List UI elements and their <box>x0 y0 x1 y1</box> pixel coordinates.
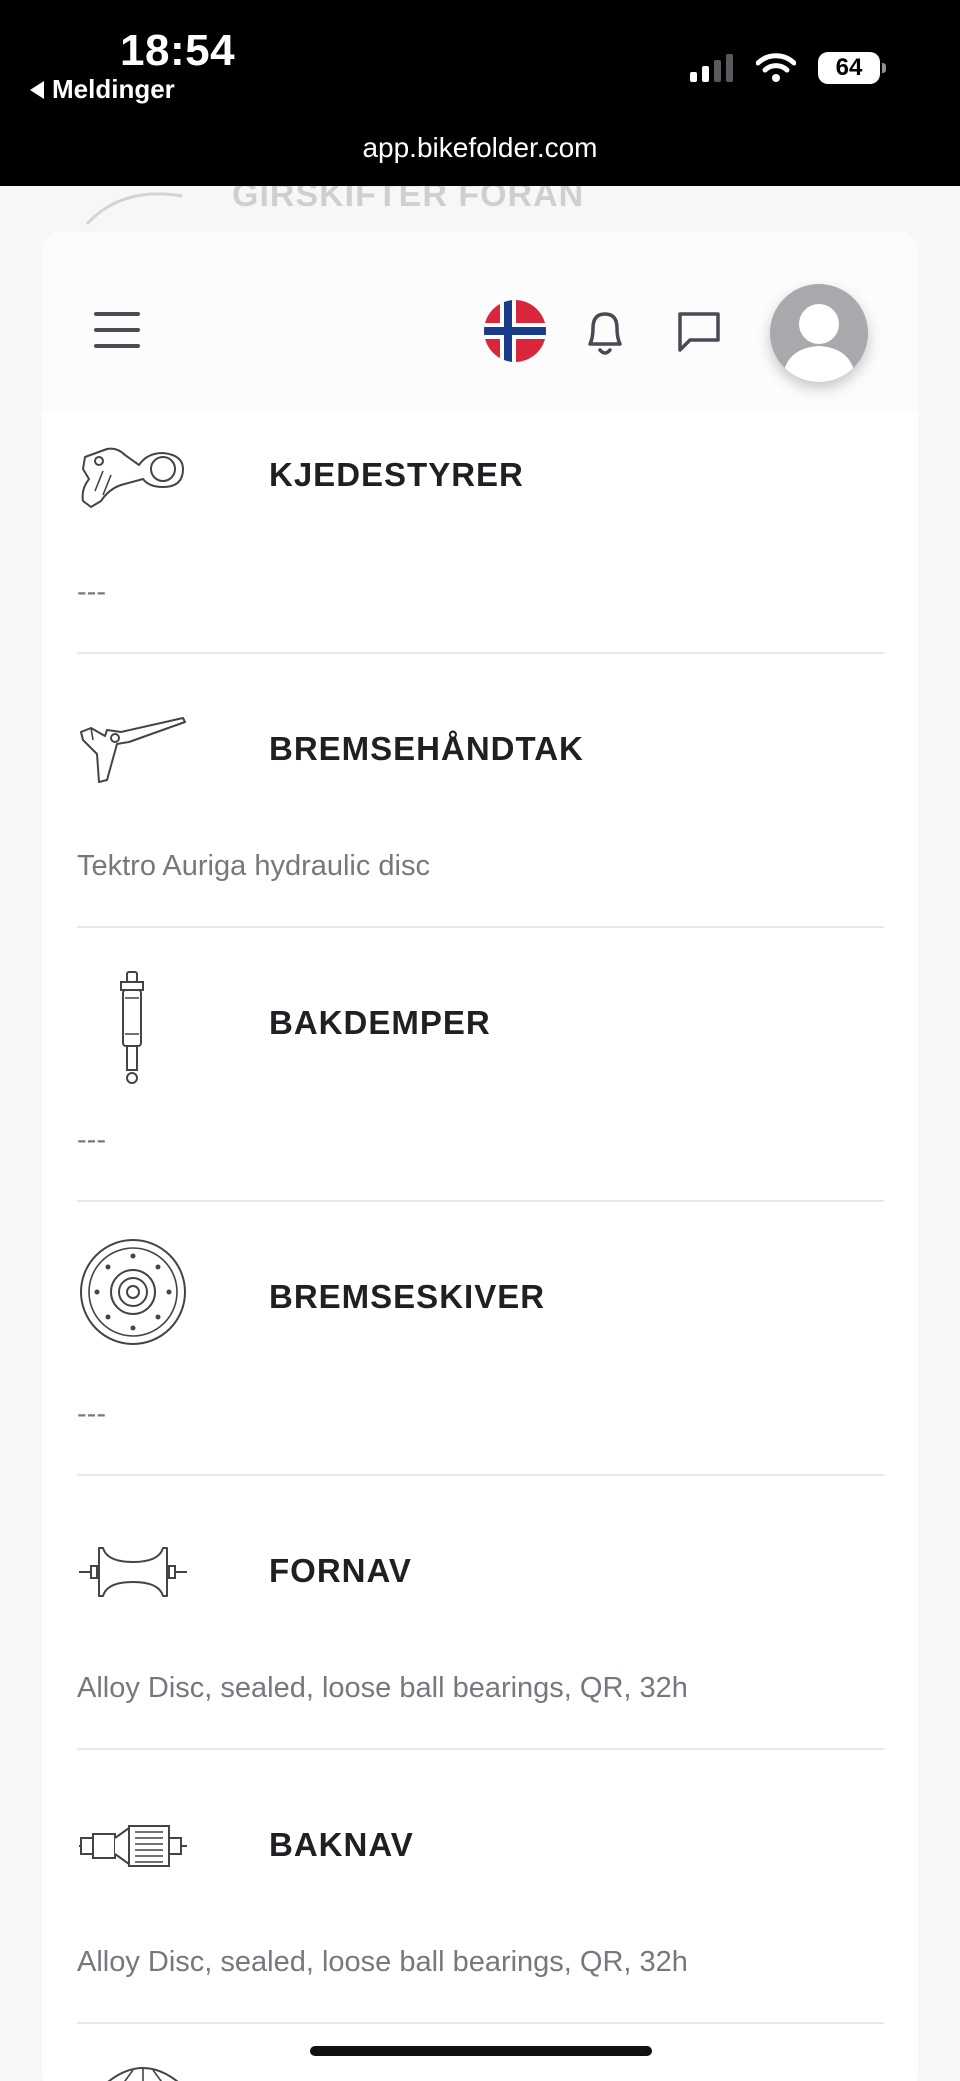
row-divider <box>77 926 884 928</box>
component-value: Tektro Auriga hydraulic disc <box>77 850 430 882</box>
user-avatar-icon[interactable] <box>770 284 868 382</box>
component-row-bremseskiver[interactable]: BREMSESKIVER --- <box>77 1232 884 1506</box>
brake-lever-icon <box>77 694 189 806</box>
row-divider <box>77 652 884 654</box>
front-hub-icon <box>77 1516 189 1628</box>
ghost-row-title: GIRSKIFTER FORAN <box>232 186 585 214</box>
wheel-icon <box>107 2067 179 2081</box>
component-row-bremsehandtak[interactable]: BREMSEHÅNDTAK Tektro Auriga hydraulic di… <box>77 684 884 958</box>
status-indicators: 64 <box>690 52 886 84</box>
url-bar[interactable]: app.bikefolder.com <box>0 132 960 164</box>
front-derailleur-icon <box>85 192 183 226</box>
row-divider <box>77 1748 884 1750</box>
back-arrow-icon <box>30 80 44 99</box>
component-value: --- <box>77 1124 106 1156</box>
chain-guide-icon <box>77 420 189 532</box>
status-bar: 18:54 Meldinger 64 app.bikefolder.com <box>0 0 960 186</box>
component-value: --- <box>77 576 106 608</box>
ghost-row: GIRSKIFTER FORAN <box>82 186 682 226</box>
brake-disc-icon <box>77 1236 189 1348</box>
status-time: 18:54 <box>120 26 236 75</box>
norway-flag-icon[interactable] <box>484 300 546 362</box>
row-divider <box>77 1200 884 1202</box>
component-title: FORNAV <box>269 1552 412 1589</box>
component-value: Alloy Disc, sealed, loose ball bearings,… <box>77 1946 688 1978</box>
component-row-bakdemper[interactable]: BAKDEMPER --- <box>77 958 884 1232</box>
battery-level: 64 <box>835 54 863 81</box>
chat-icon[interactable] <box>676 308 722 354</box>
components-card: KJEDESTYRER --- BREMSEHÅNDTAK Tektro Aur… <box>42 232 918 2081</box>
home-indicator[interactable] <box>310 2046 652 2056</box>
back-to-app-link[interactable]: Meldinger <box>30 74 175 105</box>
rear-shock-icon <box>77 968 189 1088</box>
component-row-baknav[interactable]: BAKNAV Alloy Disc, sealed, loose ball be… <box>77 1780 884 2054</box>
back-label: Meldinger <box>52 74 175 104</box>
row-divider <box>77 2022 884 2024</box>
cellular-signal-icon <box>690 54 733 82</box>
component-title: KJEDESTYRER <box>269 456 524 493</box>
battery-icon: 64 <box>818 52 886 84</box>
component-value: --- <box>77 1398 106 1430</box>
app-header <box>42 232 918 412</box>
rear-hub-icon <box>77 1790 189 1902</box>
component-row-kjedestyrer[interactable]: KJEDESTYRER --- <box>77 410 884 684</box>
wifi-icon <box>756 53 796 82</box>
component-title: BAKDEMPER <box>269 1004 491 1041</box>
component-title: BREMSEHÅNDTAK <box>269 730 584 767</box>
row-divider <box>77 1474 884 1476</box>
component-title: BAKNAV <box>269 1826 414 1863</box>
bell-icon[interactable] <box>582 306 628 358</box>
component-title: BREMSESKIVER <box>269 1278 546 1315</box>
hamburger-menu-icon[interactable] <box>94 312 140 348</box>
component-row-fornav[interactable]: FORNAV Alloy Disc, sealed, loose ball be… <box>77 1506 884 1780</box>
component-value: Alloy Disc, sealed, loose ball bearings,… <box>77 1672 688 1704</box>
